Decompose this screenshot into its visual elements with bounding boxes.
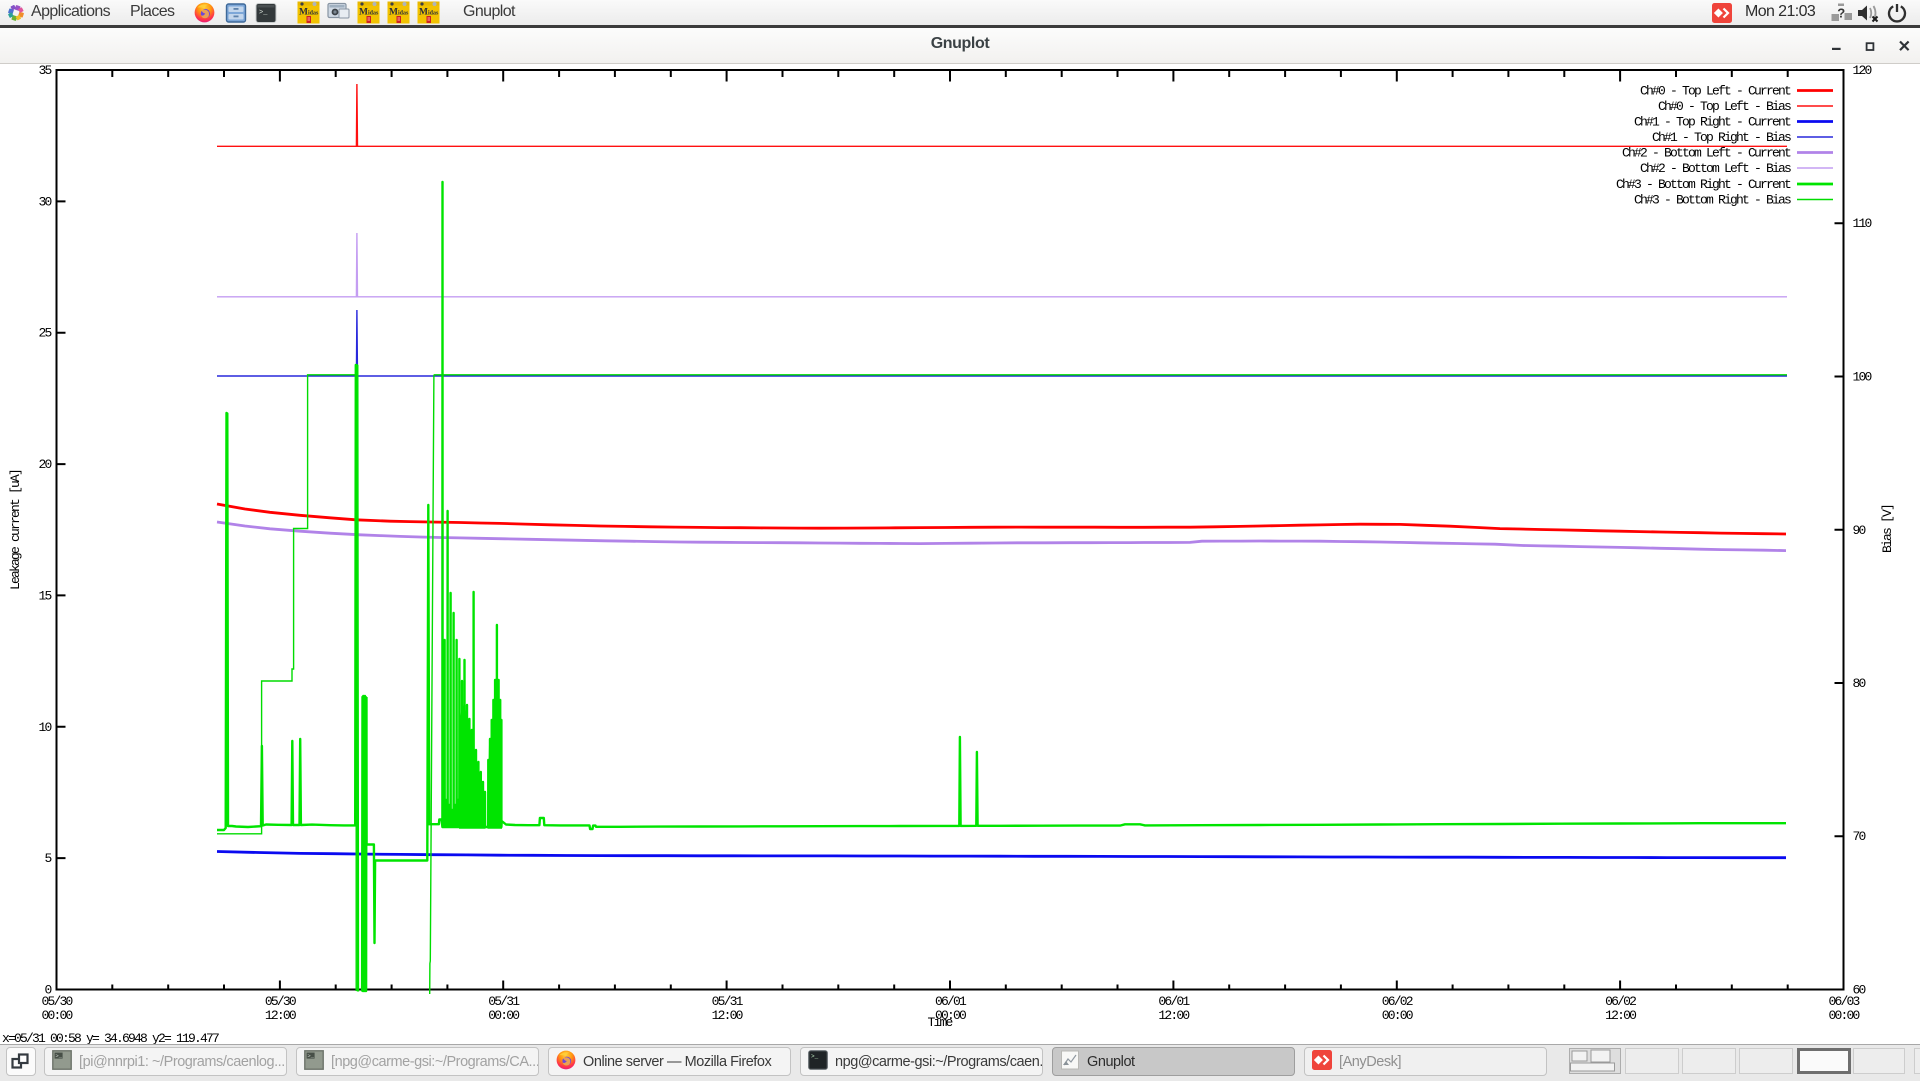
svg-text:06/01: 06/01 (935, 994, 967, 1009)
svg-text:70: 70 (1853, 829, 1866, 844)
svg-text:12:00: 12:00 (265, 1008, 296, 1023)
svg-text:05/30: 05/30 (41, 994, 72, 1009)
svg-text:06/02: 06/02 (1605, 994, 1636, 1009)
svg-text:80: 80 (1853, 676, 1866, 691)
svg-text:35: 35 (38, 63, 51, 78)
svg-text:>_: >_ (55, 1053, 62, 1060)
svg-text:Ch#3 - Bottom Right - Bias: Ch#3 - Bottom Right - Bias (1634, 193, 1791, 208)
svg-text:Ch#1 - Top Right - Bias: Ch#1 - Top Right - Bias (1652, 130, 1791, 145)
svg-text:06/01: 06/01 (1158, 994, 1190, 1009)
svg-text:05/30: 05/30 (265, 994, 296, 1009)
svg-text:05/31: 05/31 (488, 994, 520, 1009)
svg-text:Ch#0 - Top Left - Bias: Ch#0 - Top Left - Bias (1658, 99, 1791, 114)
svg-text:100: 100 (1853, 370, 1872, 385)
svg-text:12:00: 12:00 (1605, 1008, 1636, 1023)
svg-text:06/03: 06/03 (1828, 994, 1859, 1009)
svg-text:00:00: 00:00 (1828, 1008, 1859, 1023)
svg-text:5: 5 (44, 851, 51, 866)
svg-text:Ch#3 - Bottom Right - Current: Ch#3 - Bottom Right - Current (1616, 177, 1791, 192)
svg-text:06/02: 06/02 (1382, 994, 1413, 1009)
svg-text:Time: Time (927, 1015, 952, 1030)
svg-text:110: 110 (1853, 216, 1872, 231)
svg-text:00:00: 00:00 (41, 1008, 72, 1023)
svg-text:00:00: 00:00 (1382, 1008, 1413, 1023)
svg-text:00:00: 00:00 (488, 1008, 519, 1023)
svg-text:90: 90 (1853, 523, 1866, 538)
svg-text:Leakage current [uA]: Leakage current [uA] (8, 470, 23, 590)
svg-text:25: 25 (38, 326, 51, 341)
svg-text:30: 30 (38, 194, 51, 209)
svg-text:Bias [V]: Bias [V] (1880, 505, 1895, 553)
svg-text:12:00: 12:00 (712, 1008, 743, 1023)
svg-text:20: 20 (38, 457, 51, 472)
svg-text:?: ? (1837, 6, 1845, 21)
svg-text:120: 120 (1853, 63, 1872, 78)
svg-text:05/31: 05/31 (712, 994, 744, 1009)
svg-text:Ch#2 - Bottom Left - Bias: Ch#2 - Bottom Left - Bias (1640, 161, 1791, 176)
svg-text:>_: >_ (307, 1053, 314, 1060)
svg-text:10: 10 (38, 720, 51, 735)
svg-text:15: 15 (38, 588, 51, 603)
svg-text:>_: >_ (259, 9, 268, 17)
svg-text:12:00: 12:00 (1158, 1008, 1189, 1023)
svg-text:Ch#1 - Top Right - Current: Ch#1 - Top Right - Current (1634, 115, 1791, 130)
svg-text:Ch#2 - Bottom Left - Current: Ch#2 - Bottom Left - Current (1622, 146, 1791, 161)
svg-text:>_: >_ (811, 1053, 819, 1060)
svg-text:Ch#0 - Top Left - Current: Ch#0 - Top Left - Current (1640, 84, 1791, 99)
